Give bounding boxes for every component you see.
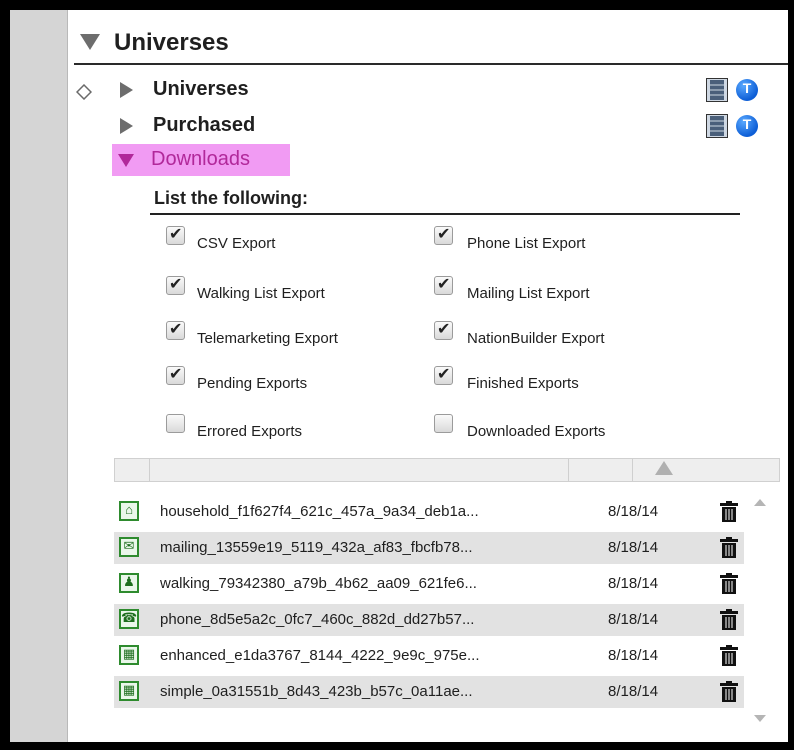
scroll-up-arrow-icon[interactable] [754,499,766,506]
diamond-icon[interactable] [76,84,92,100]
trash-icon[interactable] [718,501,740,523]
file-name[interactable]: walking_79342380_a79b_4b62_aa09_621fe6..… [160,575,477,592]
filter-checkbox-label[interactable]: Errored Exports [197,423,302,440]
filter-checkbox-label[interactable]: Pending Exports [197,375,307,392]
collapse-triangle-icon[interactable] [80,34,100,50]
file-name[interactable]: enhanced_e1da3767_8144_4222_9e9c_975e... [160,647,479,664]
checkmark-icon: ✔ [169,321,183,338]
left-rail [10,10,68,742]
file-row[interactable]: ✉ mailing_13559e19_5119_432a_af83_fbcfb78… [114,532,744,564]
filter-checkbox[interactable]: ✔ [434,226,453,245]
column-divider[interactable] [632,459,633,481]
info-icon[interactable]: T [736,79,758,101]
table-header[interactable] [114,458,780,482]
tree-item-universes[interactable]: Universes [120,76,420,106]
tree-item-label[interactable]: Downloads [151,148,250,171]
tree-item-purchased[interactable]: Purchased [120,112,420,142]
filter-checkbox[interactable]: ✔ [166,321,185,340]
scroll-down-arrow-icon[interactable] [754,715,766,722]
trash-icon[interactable] [718,645,740,667]
file-date: 8/18/14 [608,539,659,556]
expand-triangle-icon[interactable] [120,118,133,134]
checkmark-icon: ✔ [169,366,183,383]
file-row[interactable]: ▦ enhanced_e1da3767_8144_4222_9e9c_975e..… [114,640,744,672]
section-title: Universes [114,29,229,56]
list-title: List the following: [154,188,308,208]
file-date: 8/18/14 [608,683,659,700]
filter-checkbox[interactable] [434,414,453,433]
spreadsheet-icon: ▦ [119,645,139,665]
filter-checkbox[interactable]: ✔ [166,276,185,295]
section-header[interactable]: Universes [74,26,788,65]
filter-checkbox-label[interactable]: Telemarketing Export [197,330,338,347]
trash-icon[interactable] [718,681,740,703]
checkmark-icon: ✔ [437,226,451,243]
filter-checkbox[interactable]: ✔ [434,366,453,385]
expand-triangle-icon[interactable] [120,82,133,98]
filter-checkbox-label[interactable]: Walking List Export [197,285,325,302]
tree-item-label[interactable]: Purchased [153,114,255,137]
list-divider [150,213,740,215]
file-row[interactable]: ⌂ household_f1f627f4_621c_457a_9a34_deb1a… [114,496,744,528]
file-date: 8/18/14 [608,647,659,664]
filter-checkbox-label[interactable]: Mailing List Export [467,285,590,302]
collapse-triangle-icon[interactable] [118,154,134,167]
file-name[interactable]: household_f1f627f4_621c_457a_9a34_deb1a.… [160,503,479,520]
info-icon[interactable]: T [736,115,758,137]
filter-checkbox[interactable]: ✔ [166,226,185,245]
trash-icon[interactable] [718,609,740,631]
tree-item-downloads[interactable]: Downloads [118,146,288,176]
file-date: 8/18/14 [608,575,659,592]
filter-checkbox-label[interactable]: Finished Exports [467,375,579,392]
walker-icon: ♟ [119,573,139,593]
filter-checkbox-label[interactable]: Downloaded Exports [467,423,605,440]
checkmark-icon: ✔ [437,276,451,293]
file-date: 8/18/14 [608,611,659,628]
checkmark-icon: ✔ [169,226,183,243]
filter-checkbox-label[interactable]: CSV Export [197,235,275,252]
phone-icon: ☎ [119,609,139,629]
file-row[interactable]: ▦ simple_0a31551b_8d43_423b_b57c_0a11ae..… [114,676,744,708]
sort-ascending-icon[interactable] [655,461,673,475]
tree-item-label[interactable]: Universes [153,78,249,101]
column-divider[interactable] [149,459,150,481]
filter-checkbox[interactable]: ✔ [166,366,185,385]
trash-icon[interactable] [718,537,740,559]
house-icon: ⌂ [119,501,139,521]
filter-checkbox[interactable]: ✔ [434,276,453,295]
file-row[interactable]: ☎ phone_8d5e5a2c_0fc7_460c_882d_dd27b57..… [114,604,744,636]
mailbox-icon: ✉ [119,537,139,557]
film-icon[interactable] [706,78,728,102]
section-divider [74,63,788,65]
film-icon[interactable] [706,114,728,138]
checkmark-icon: ✔ [169,276,183,293]
filter-checkbox-label[interactable]: Phone List Export [467,235,585,252]
filter-checkbox[interactable]: ✔ [434,321,453,340]
file-name[interactable]: phone_8d5e5a2c_0fc7_460c_882d_dd27b57... [160,611,474,628]
file-name[interactable]: simple_0a31551b_8d43_423b_b57c_0a11ae... [160,683,473,700]
spreadsheet-icon: ▦ [119,681,139,701]
filter-checkbox-label[interactable]: NationBuilder Export [467,330,605,347]
checkmark-icon: ✔ [437,366,451,383]
column-divider[interactable] [568,459,569,481]
checkmark-icon: ✔ [437,321,451,338]
file-name[interactable]: mailing_13559e19_5119_432a_af83_fbcfb78.… [160,539,473,556]
file-row[interactable]: ♟ walking_79342380_a79b_4b62_aa09_621fe6.… [114,568,744,600]
trash-icon[interactable] [718,573,740,595]
file-date: 8/18/14 [608,503,659,520]
filter-checkbox[interactable] [166,414,185,433]
